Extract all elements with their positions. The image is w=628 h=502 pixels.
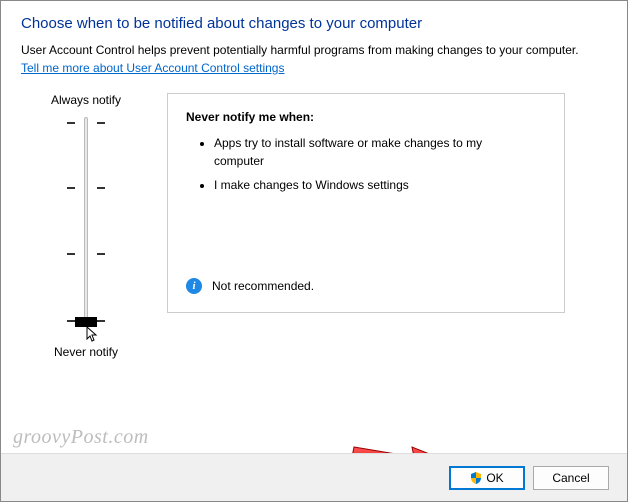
slider-label-bottom: Never notify xyxy=(54,345,118,359)
slider-label-top: Always notify xyxy=(51,93,121,107)
learn-more-link[interactable]: Tell me more about User Account Control … xyxy=(21,61,284,75)
slider-thumb[interactable] xyxy=(75,317,97,327)
info-icon: i xyxy=(186,278,202,294)
ok-button[interactable]: OK xyxy=(449,466,525,490)
notification-slider[interactable]: Always notify Never notify xyxy=(31,93,141,359)
ok-button-label: OK xyxy=(486,471,503,485)
info-panel: Never notify me when: Apps try to instal… xyxy=(167,93,565,313)
panel-item: I make changes to Windows settings xyxy=(214,176,546,194)
page-description: User Account Control helps prevent poten… xyxy=(21,42,607,59)
panel-heading: Never notify me when: xyxy=(186,110,546,124)
cancel-button-label: Cancel xyxy=(552,471,589,485)
dialog-footer: OK Cancel xyxy=(1,453,627,501)
panel-item: Apps try to install software or make cha… xyxy=(214,134,546,170)
shield-icon xyxy=(470,472,482,484)
cancel-button[interactable]: Cancel xyxy=(533,466,609,490)
cursor-icon xyxy=(86,326,100,344)
watermark: groovyPost.com xyxy=(13,426,149,449)
page-title: Choose when to be notified about changes… xyxy=(21,15,607,32)
recommendation-text: Not recommended. xyxy=(212,279,314,293)
